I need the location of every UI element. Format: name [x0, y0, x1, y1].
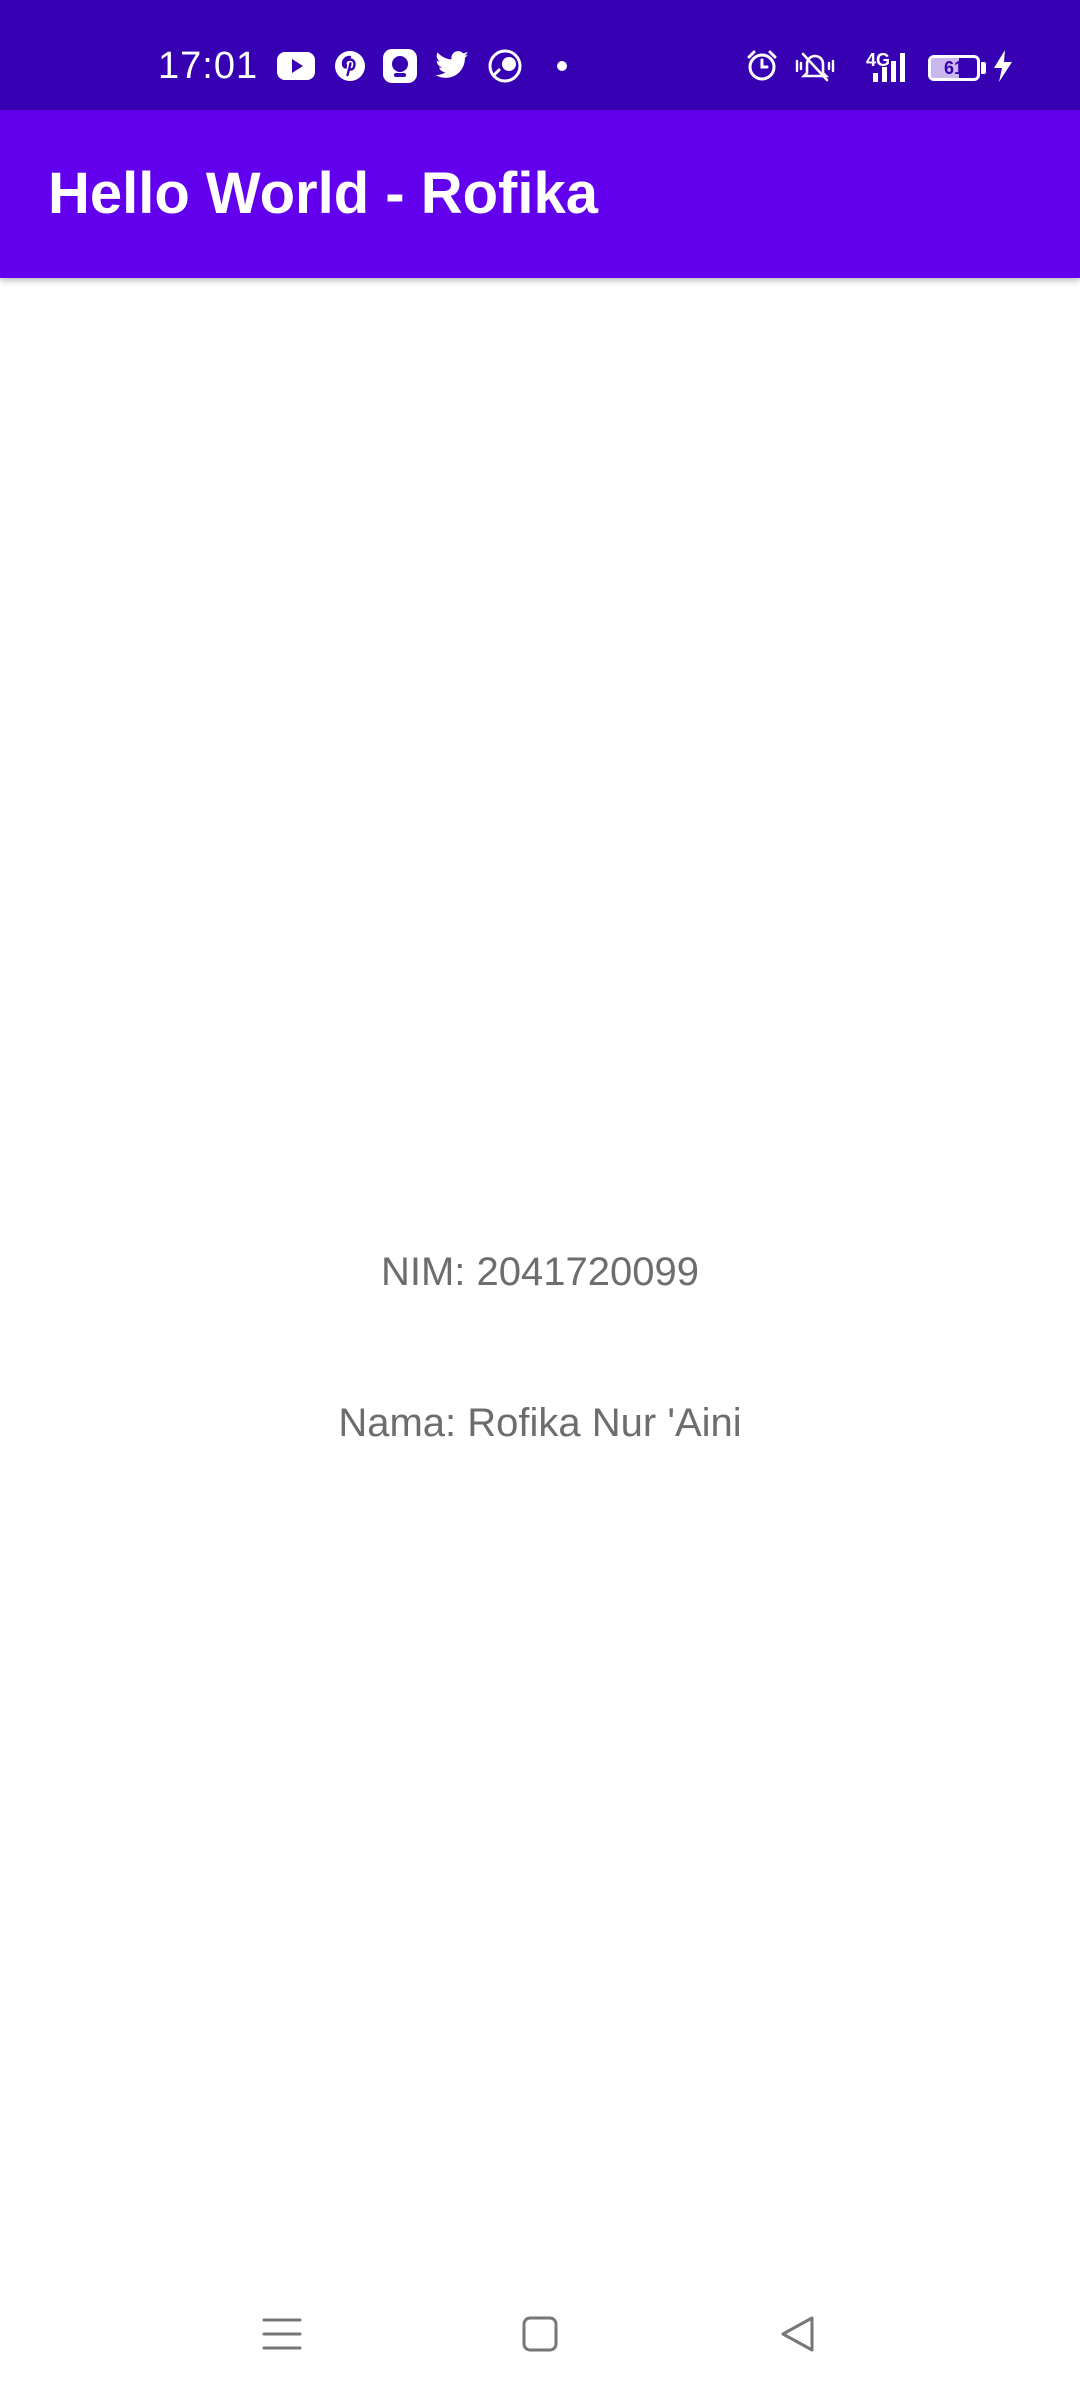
- menu-icon: [262, 2318, 302, 2350]
- battery-tip: [981, 62, 986, 74]
- home-button[interactable]: [498, 2292, 582, 2376]
- messenger-icon: [380, 46, 420, 86]
- back-button[interactable]: [756, 2292, 840, 2376]
- navigation-bar: [0, 2268, 1080, 2400]
- pinterest-icon: [330, 46, 370, 86]
- charging-icon: [988, 46, 1018, 86]
- vibrate-icon: [792, 46, 838, 86]
- nama-text: Nama: Rofika Nur 'Aini: [338, 1401, 742, 1445]
- twitter-icon: [432, 46, 472, 86]
- browser-icon: [485, 46, 525, 86]
- menu-button[interactable]: [240, 2292, 324, 2376]
- youtube-icon: [276, 46, 316, 86]
- back-icon: [781, 2316, 814, 2352]
- alarm-icon: [742, 46, 782, 86]
- status-bar: 17:01 4G 61: [0, 0, 1080, 110]
- nim-text: NIM: 2041720099: [380, 1250, 699, 1294]
- battery-level: 61: [943, 58, 965, 78]
- dot-icon: [552, 46, 572, 86]
- app-bar: Hello World - Rofika: [0, 110, 1080, 278]
- app-screen: 17:01 4G 61 Hello World - Rofika NIM: 20…: [0, 0, 1080, 2400]
- app-title: Hello World - Rofika: [48, 161, 598, 226]
- status-time: 17:01: [158, 45, 259, 87]
- home-icon: [522, 2316, 558, 2352]
- battery-icon: 61: [928, 55, 980, 81]
- signal-icon: [860, 46, 914, 86]
